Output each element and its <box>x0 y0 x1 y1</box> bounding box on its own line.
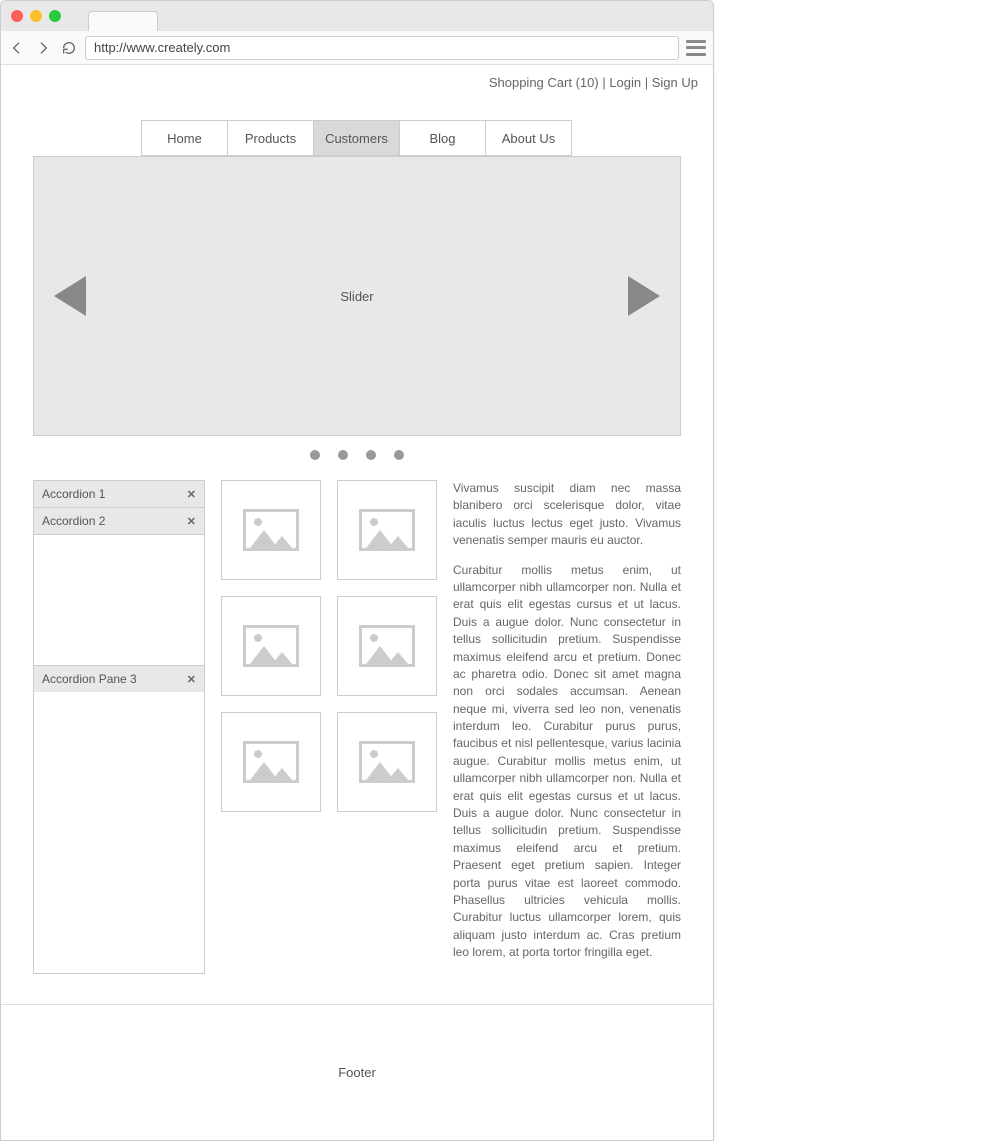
image-placeholder-icon <box>359 741 415 783</box>
close-icon[interactable]: ✕ <box>187 488 196 501</box>
browser-tab[interactable] <box>88 11 158 31</box>
slider-prev-icon[interactable] <box>54 276 86 316</box>
paragraph: Curabitur mollis metus enim, ut ullamcor… <box>453 562 681 962</box>
main-nav: Home Products Customers Blog About Us <box>1 120 713 156</box>
slider-dot[interactable] <box>338 450 348 460</box>
reload-button[interactable] <box>59 38 79 58</box>
separator: | <box>645 75 652 90</box>
accordion-label: Accordion 1 <box>42 487 105 501</box>
url-bar[interactable] <box>85 36 679 60</box>
thumbnail[interactable] <box>337 712 437 812</box>
footer: Footer <box>1 1005 713 1140</box>
tab-customers[interactable]: Customers <box>313 120 400 156</box>
page-content: Shopping Cart (10) | Login | Sign Up Hom… <box>1 65 713 1140</box>
paragraph: Vivamus suscipit diam nec massa blaniber… <box>453 480 681 550</box>
browser-menu-icon[interactable] <box>685 39 707 57</box>
accordion-label: Accordion Pane 3 <box>42 672 137 686</box>
image-placeholder-icon <box>243 625 299 667</box>
close-icon[interactable]: ✕ <box>187 515 196 528</box>
back-button[interactable] <box>7 38 27 58</box>
main-content: Accordion 1 ✕ Accordion 2 ✕ Accordion Pa… <box>1 480 713 994</box>
accordion-item-2[interactable]: Accordion 2 ✕ <box>34 508 204 535</box>
image-placeholder-icon <box>243 741 299 783</box>
thumbnail[interactable] <box>221 712 321 812</box>
accordion: Accordion 1 ✕ Accordion 2 ✕ Accordion Pa… <box>33 480 205 974</box>
image-placeholder-icon <box>359 625 415 667</box>
thumbnail[interactable] <box>221 480 321 580</box>
slider-label: Slider <box>340 289 373 304</box>
footer-label: Footer <box>338 1065 376 1080</box>
slider-dot[interactable] <box>366 450 376 460</box>
body-copy: Vivamus suscipit diam nec massa blaniber… <box>453 480 681 974</box>
url-input[interactable] <box>94 40 670 55</box>
image-placeholder-icon <box>359 509 415 551</box>
window-close-icon[interactable] <box>11 10 23 22</box>
accordion-item-1[interactable]: Accordion 1 ✕ <box>34 481 204 508</box>
tab-blog[interactable]: Blog <box>399 120 486 156</box>
image-placeholder-icon <box>243 509 299 551</box>
shopping-cart-link[interactable]: Shopping Cart (10) <box>489 75 599 90</box>
slider-dot[interactable] <box>310 450 320 460</box>
signup-link[interactable]: Sign Up <box>652 75 698 90</box>
close-icon[interactable]: ✕ <box>187 673 196 686</box>
accordion-body <box>34 535 204 666</box>
thumbnail[interactable] <box>221 596 321 696</box>
accordion-item-3[interactable]: Accordion Pane 3 ✕ <box>34 666 204 692</box>
accordion-label: Accordion 2 <box>42 514 105 528</box>
hero-slider: Slider <box>33 156 681 436</box>
browser-window: Shopping Cart (10) | Login | Sign Up Hom… <box>0 0 714 1141</box>
browser-toolbar <box>1 31 713 65</box>
thumbnail[interactable] <box>337 596 437 696</box>
window-maximize-icon[interactable] <box>49 10 61 22</box>
browser-tabbar <box>1 1 713 31</box>
tab-home[interactable]: Home <box>141 120 228 156</box>
forward-button[interactable] <box>33 38 53 58</box>
slider-next-icon[interactable] <box>628 276 660 316</box>
slider-pagination <box>1 450 713 460</box>
image-gallery <box>221 480 437 974</box>
slider-dot[interactable] <box>394 450 404 460</box>
window-minimize-icon[interactable] <box>30 10 42 22</box>
tab-products[interactable]: Products <box>227 120 314 156</box>
thumbnail[interactable] <box>337 480 437 580</box>
login-link[interactable]: Login <box>609 75 641 90</box>
utility-nav: Shopping Cart (10) | Login | Sign Up <box>1 65 713 100</box>
tab-about[interactable]: About Us <box>485 120 572 156</box>
